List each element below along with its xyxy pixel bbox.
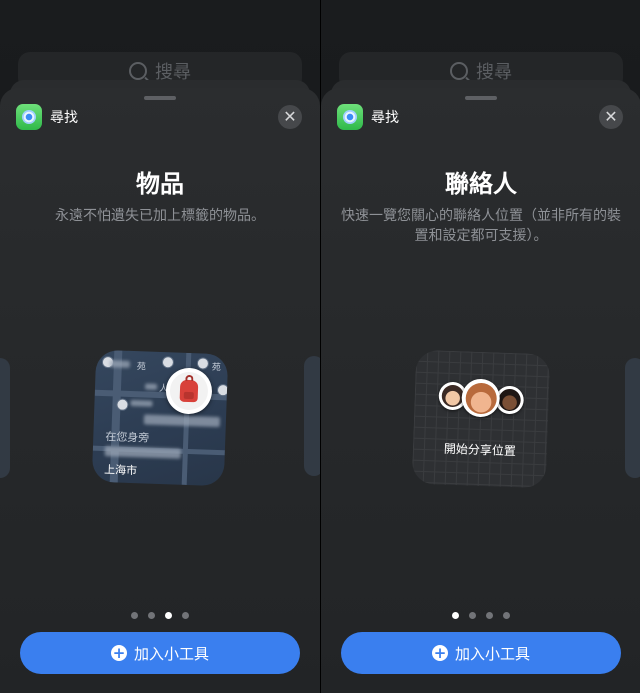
sheet-grabber[interactable] xyxy=(465,96,497,100)
map-label: 苑 xyxy=(211,362,221,374)
map-poi-icon xyxy=(161,356,175,369)
people-widget-preview[interactable]: 開始分享位置 xyxy=(411,349,551,489)
plus-circle-icon: + xyxy=(431,643,448,662)
close-button[interactable]: ✕ xyxy=(599,105,623,129)
page-dot-active[interactable] xyxy=(165,612,172,619)
add-widget-button[interactable]: + 加入小工具 xyxy=(20,632,300,674)
backpack-icon xyxy=(179,379,199,403)
item-location-pin xyxy=(165,367,213,415)
add-widget-label: 加入小工具 xyxy=(454,644,530,663)
page-indicator[interactable] xyxy=(0,612,320,619)
map-poi-icon xyxy=(116,398,129,411)
blurred-map-label xyxy=(109,360,130,368)
map-label: 苑 xyxy=(136,362,146,373)
blurred-map-label xyxy=(130,399,153,407)
widget-title: 物品 xyxy=(136,170,184,198)
next-widget-peek[interactable] xyxy=(625,358,640,478)
blurred-map-label xyxy=(143,414,221,428)
map-poi-icon xyxy=(196,357,210,370)
previous-widget-peek[interactable] xyxy=(0,358,10,478)
add-widget-button[interactable]: + 加入小工具 xyxy=(341,632,621,674)
next-widget-peek[interactable] xyxy=(304,356,320,476)
close-button[interactable]: ✕ xyxy=(278,105,302,129)
find-my-app-icon xyxy=(337,104,363,130)
search-icon xyxy=(129,62,147,80)
find-my-app-icon xyxy=(16,104,42,130)
plus-circle-icon: + xyxy=(110,643,127,662)
app-name: 尋找 xyxy=(50,110,78,126)
page-dot-active[interactable] xyxy=(452,612,459,619)
widget-sheet: 尋找 ✕ 聯絡人 快速一覽您關心的聯絡人位置（並非所有的裝置和設定都可支援）。 … xyxy=(321,88,640,693)
widget-description: 快速一覽您關心的聯絡人位置（並非所有的裝置和設定都可支援）。 xyxy=(341,208,621,244)
item-status: 在您身旁 xyxy=(105,430,150,445)
search-icon xyxy=(450,62,468,80)
widget-gallery-people-screen: 搜尋 尋找 ✕ 聯絡人 快速一覽您關心的聯絡人位置（並非所有的裝置和設定都可支援… xyxy=(320,0,640,693)
page-dot[interactable] xyxy=(503,612,510,619)
widget-description: 永遠不怕遺失已加上標籤的物品。 xyxy=(55,208,265,224)
item-city: 上海市 xyxy=(103,463,138,478)
app-name: 尋找 xyxy=(371,110,399,126)
contact-memoji-icon xyxy=(461,378,501,418)
page-dot[interactable] xyxy=(182,612,189,619)
widget-gallery-items-screen: 搜尋 尋找 ✕ 物品 永遠不怕遺失已加上標籤的物品。 苑 苑 人 在您身旁 上海… xyxy=(0,0,320,693)
widget-title: 聯絡人 xyxy=(445,170,517,198)
widget-sheet: 尋找 ✕ 物品 永遠不怕遺失已加上標籤的物品。 苑 苑 人 在您身旁 上海市 +… xyxy=(0,88,320,693)
items-widget-preview[interactable]: 苑 苑 人 在您身旁 上海市 xyxy=(91,349,229,487)
add-widget-label: 加入小工具 xyxy=(133,644,209,663)
page-dot[interactable] xyxy=(131,612,138,619)
map-poi-icon xyxy=(216,383,229,397)
sheet-grabber[interactable] xyxy=(144,96,176,100)
page-dot[interactable] xyxy=(469,612,476,619)
page-indicator[interactable] xyxy=(321,612,640,619)
page-dot[interactable] xyxy=(486,612,493,619)
blurred-map-label xyxy=(144,383,158,390)
share-location-label: 開始分享位置 xyxy=(443,441,517,459)
page-dot[interactable] xyxy=(148,612,155,619)
